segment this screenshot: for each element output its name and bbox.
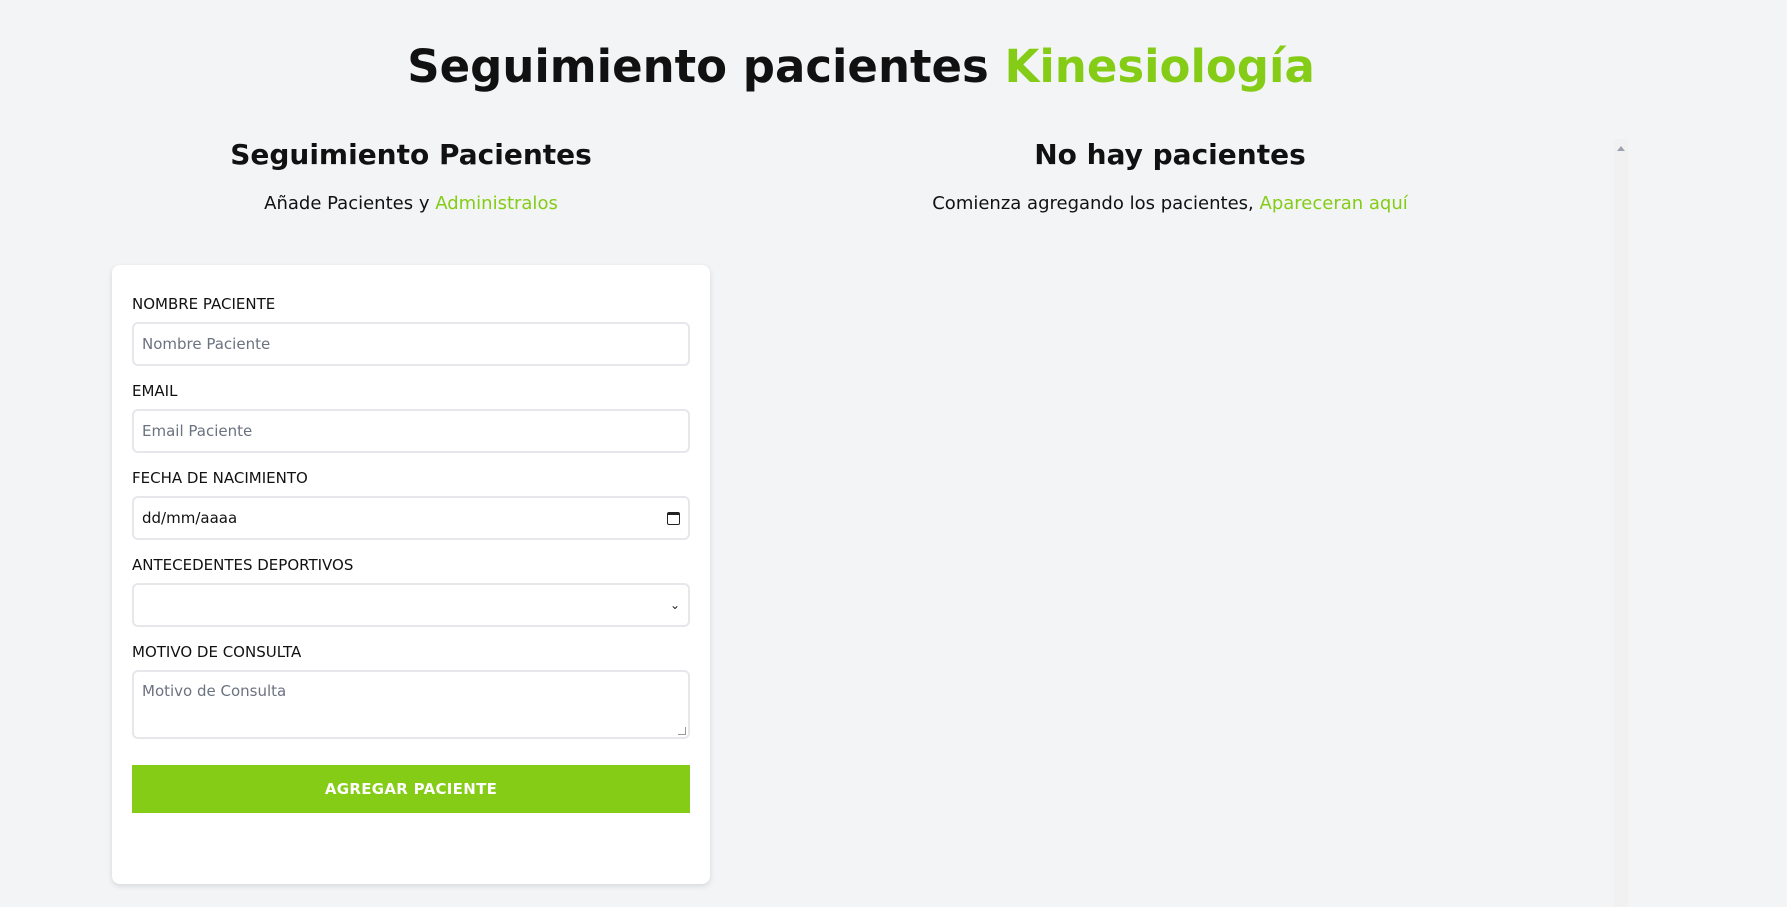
form-section-title: Seguimiento Pacientes — [230, 138, 592, 171]
scrollbar-track[interactable] — [1614, 139, 1628, 907]
email-label: EMAIL — [132, 382, 178, 400]
resize-handle-icon[interactable] — [678, 727, 686, 735]
motivo-textarea[interactable]: Motivo de Consulta — [132, 670, 690, 739]
fecha-value: dd/mm/aaaa — [142, 509, 238, 527]
page-title: Seguimiento pacientes Kinesiología — [0, 40, 1722, 93]
patients-list-subtitle-text: Comienza agregando los pacientes, — [932, 193, 1260, 214]
form-section-subtitle-accent: Administralos — [435, 193, 558, 214]
chevron-down-icon: ⌄ — [669, 598, 680, 612]
antecedentes-field-group: ANTECEDENTES DEPORTIVOS ⌄ — [132, 556, 690, 627]
patients-list-title: No hay pacientes — [1034, 138, 1306, 171]
fecha-input[interactable]: dd/mm/aaaa — [132, 496, 690, 540]
patients-list-section: No hay pacientes Comienza agregando los … — [740, 138, 1600, 214]
arrow-up-icon[interactable] — [1617, 146, 1625, 151]
email-placeholder: Email Paciente — [142, 422, 253, 440]
form-section-header: Seguimiento Pacientes Añade Pacientes y … — [112, 138, 710, 214]
email-field-group: EMAIL Email Paciente — [132, 382, 690, 453]
nombre-placeholder: Nombre Paciente — [142, 335, 271, 353]
nombre-field-group: NOMBRE PACIENTE Nombre Paciente — [132, 295, 690, 366]
patients-list-subtitle: Comienza agregando los pacientes, Aparec… — [740, 193, 1600, 214]
motivo-placeholder: Motivo de Consulta — [142, 682, 287, 700]
page-title-main: Seguimiento pacientes — [407, 40, 1005, 93]
patient-form: NOMBRE PACIENTE Nombre Paciente EMAIL Em… — [112, 265, 710, 884]
email-input[interactable]: Email Paciente — [132, 409, 690, 453]
patients-list-subtitle-accent: Apareceran aquí — [1259, 193, 1408, 214]
calendar-icon[interactable] — [667, 511, 680, 525]
motivo-label: MOTIVO DE CONSULTA — [132, 643, 302, 661]
page-title-accent: Kinesiología — [1004, 40, 1315, 93]
antecedentes-label: ANTECEDENTES DEPORTIVOS — [132, 556, 354, 574]
antecedentes-select[interactable]: ⌄ — [132, 583, 690, 627]
nombre-label: NOMBRE PACIENTE — [132, 295, 276, 313]
fecha-label: FECHA DE NACIMIENTO — [132, 469, 308, 487]
page: Seguimiento pacientes Kinesiología Segui… — [0, 0, 1787, 907]
fecha-field-group: FECHA DE NACIMIENTO dd/mm/aaaa — [132, 469, 690, 540]
form-section-subtitle: Añade Pacientes y Administralos — [112, 193, 710, 214]
nombre-input[interactable]: Nombre Paciente — [132, 322, 690, 366]
motivo-field-group: MOTIVO DE CONSULTA Motivo de Consulta — [132, 643, 690, 739]
agregar-paciente-button[interactable]: AGREGAR PACIENTE — [132, 765, 690, 813]
form-section-subtitle-text: Añade Pacientes y — [264, 193, 436, 214]
